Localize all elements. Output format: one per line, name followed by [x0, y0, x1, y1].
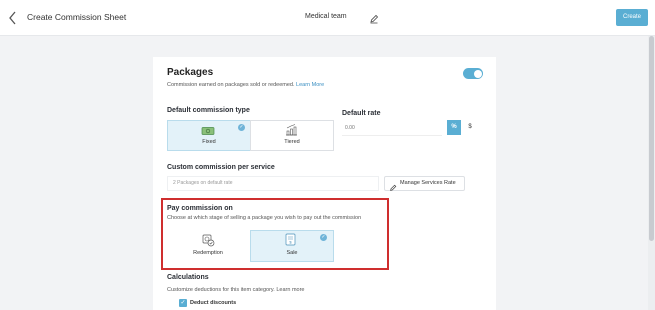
packages-description-text: Commission earned on packages sold or re…	[167, 82, 295, 88]
stage-option-sale-label: Sale	[286, 250, 298, 256]
calculations-description-text: Customize deductions for this item categ…	[167, 287, 275, 293]
default-commission-type-label: Default commission type	[167, 107, 250, 114]
section-title-packages: Packages	[167, 67, 214, 78]
stage-option-redemption-label: Redemption	[193, 250, 223, 256]
packages-description: Commission earned on packages sold or re…	[167, 82, 324, 88]
chevron-left-icon[interactable]	[7, 10, 19, 26]
pencil-icon	[389, 179, 397, 191]
deduct-discounts-checkbox[interactable]: ✓	[179, 299, 187, 307]
pencil-icon[interactable]	[369, 11, 379, 24]
default-rate-input[interactable]	[342, 121, 442, 136]
deduct-discounts-label: Deduct discounts	[190, 300, 237, 306]
sheet-name: Medical team	[305, 13, 347, 20]
create-button[interactable]: Create	[616, 9, 648, 26]
calculations-description: Customize deductions for this item categ…	[167, 287, 304, 293]
default-rate-label: Default rate	[342, 110, 381, 117]
scrollbar-thumb[interactable]	[649, 36, 654, 241]
pay-commission-description: Choose at which stage of selling a packa…	[167, 215, 362, 221]
toggle-knob	[474, 69, 482, 78]
learn-more-link[interactable]: Learn More	[296, 82, 324, 88]
manage-services-rate-label: Manage Services Rate	[400, 180, 456, 186]
commission-type-fixed-label: Fixed	[202, 139, 216, 145]
pay-commission-title: Pay commission on	[167, 205, 233, 212]
services-rate-field[interactable]: 2 Packages on default rate	[167, 176, 379, 191]
check-icon: ✓	[238, 124, 245, 131]
calculations-learn-more-link[interactable]: Learn more	[276, 287, 304, 293]
check-icon: ✓	[320, 234, 327, 241]
dollar-toggle[interactable]: $	[465, 120, 475, 135]
commission-type-tiered-label: Tiered	[284, 139, 300, 145]
calculations-title: Calculations	[167, 274, 209, 281]
percent-toggle[interactable]: %	[447, 120, 461, 135]
page-title: Create Commission Sheet	[27, 12, 127, 22]
custom-commission-label: Custom commission per service	[167, 164, 275, 171]
